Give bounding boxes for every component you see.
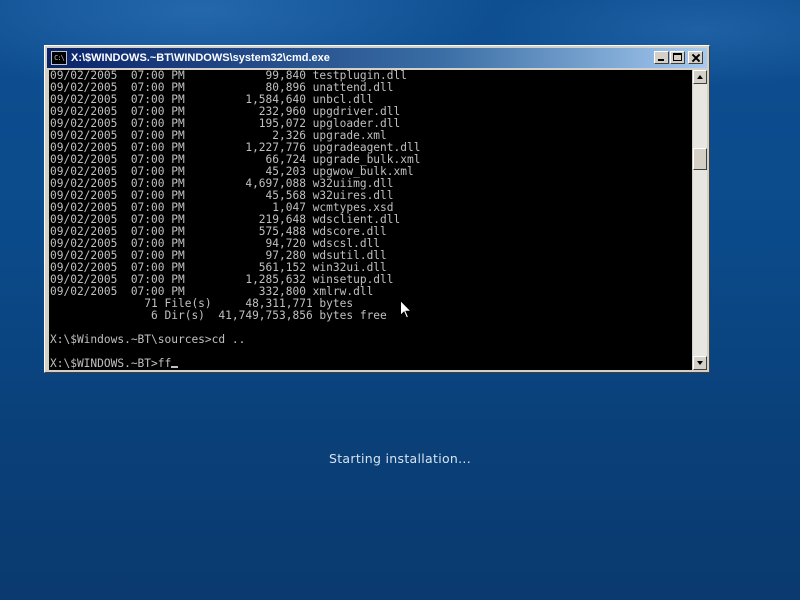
window-title: X:\$WINDOWS.~BT\WINDOWS\system32\cmd.exe	[71, 52, 330, 64]
cmd-window[interactable]: C:\ X:\$WINDOWS.~BT\WINDOWS\system32\cmd…	[44, 45, 710, 373]
command-prompt[interactable]: X:\$WINDOWS.~BT>ff	[50, 358, 420, 370]
minimize-button[interactable]	[654, 51, 669, 64]
mouse-pointer-icon	[400, 300, 412, 319]
scroll-up-arrow-icon[interactable]	[693, 70, 707, 84]
prompt-text: X:\$WINDOWS.~BT>ff	[50, 357, 172, 370]
text-cursor	[171, 366, 179, 368]
scrollbar-thumb[interactable]	[693, 148, 707, 170]
scroll-down-arrow-icon[interactable]	[693, 356, 707, 370]
maximize-button[interactable]	[670, 51, 685, 64]
installation-status: Starting installation...	[329, 451, 471, 466]
title-bar[interactable]: C:\ X:\$WINDOWS.~BT\WINDOWS\system32\cmd…	[47, 48, 707, 68]
console-output[interactable]: 09/02/2005 07:00 PM 99,840 testplugin.dl…	[49, 70, 692, 370]
console-lines: 09/02/2005 07:00 PM 99,840 testplugin.dl…	[50, 70, 420, 370]
close-button[interactable]	[688, 51, 703, 64]
dir-count-summary: 6 Dir(s) 41,749,753,856 bytes free	[50, 309, 387, 322]
console-command-line: X:\$Windows.~BT\sources>cd ..	[50, 333, 246, 346]
vertical-scrollbar[interactable]	[693, 70, 707, 370]
console-icon[interactable]: C:\	[51, 51, 67, 65]
